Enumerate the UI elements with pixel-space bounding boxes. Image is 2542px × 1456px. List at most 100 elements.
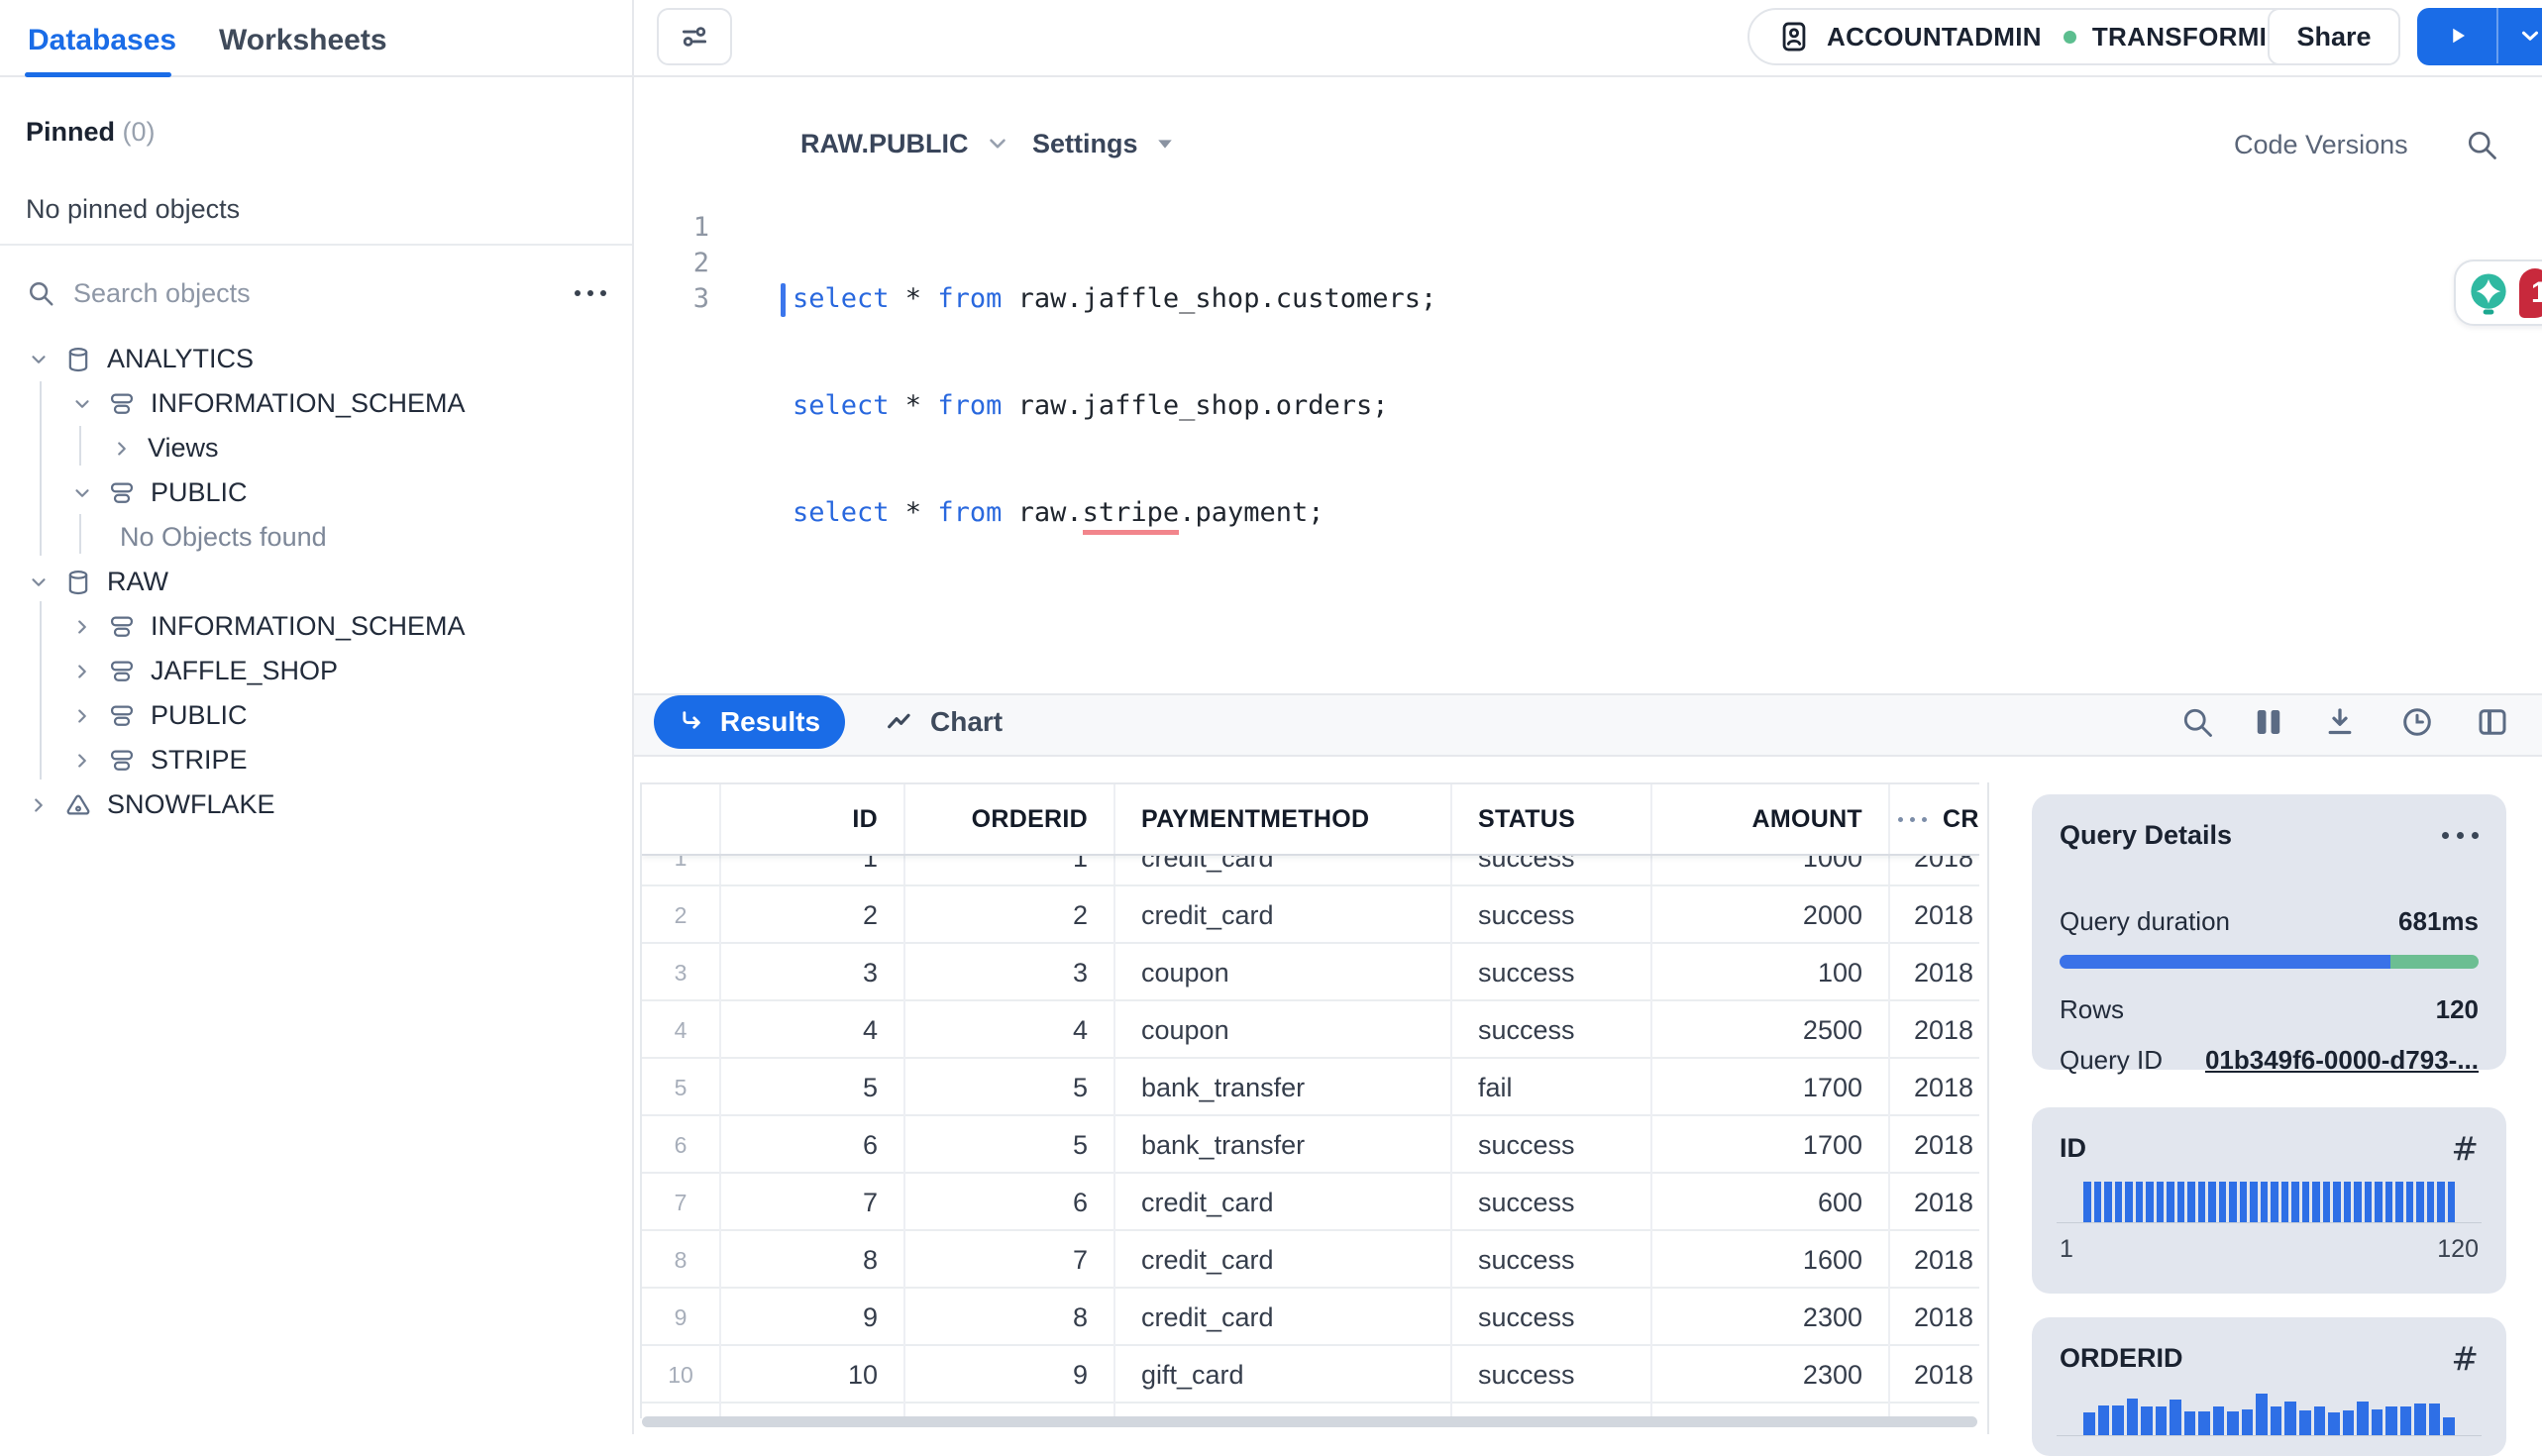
table-cell-orderid[interactable]: 4 xyxy=(905,1001,1115,1059)
tree-item-analytics[interactable]: ANALYTICS xyxy=(0,337,632,381)
table-cell-amount[interactable]: 1600 xyxy=(1652,1231,1890,1289)
chevron-down-icon[interactable] xyxy=(28,349,50,370)
table-cell-created[interactable]: 2018 xyxy=(1890,1116,1979,1174)
table-cell-status[interactable]: success xyxy=(1452,1174,1652,1231)
query-id-link[interactable]: 01b349f6-0000-d793-... xyxy=(2205,1045,2479,1076)
table-cell-status[interactable]: success xyxy=(1452,1231,1652,1289)
tree-item-raw[interactable]: RAW xyxy=(0,560,632,604)
row-number-header[interactable] xyxy=(642,784,721,854)
table-cell-orderid[interactable]: 5 xyxy=(905,1116,1115,1174)
table-cell-pm[interactable]: bank_transfer xyxy=(1115,1116,1452,1174)
table-cell-amount[interactable]: 100 xyxy=(1652,944,1890,1001)
tab-chart[interactable]: Chart xyxy=(885,706,1003,738)
table-cell-id[interactable]: 5 xyxy=(721,1059,905,1116)
table-cell-pm[interactable]: credit_card xyxy=(1115,886,1452,944)
table-cell-id[interactable]: 10 xyxy=(721,1346,905,1404)
column-header-amount[interactable]: AMOUNT xyxy=(1652,784,1890,854)
chevron-right-icon[interactable] xyxy=(71,616,93,638)
table-cell-pm[interactable]: bank_transfer xyxy=(1115,1059,1452,1116)
copilot-suggestion-pill[interactable]: 1 xyxy=(2454,260,2542,326)
tab-databases[interactable]: Databases xyxy=(28,24,176,57)
editor-config-button[interactable] xyxy=(657,8,732,65)
table-cell-id[interactable]: 6 xyxy=(721,1116,905,1174)
table-cell-status[interactable]: success xyxy=(1452,1346,1652,1404)
table-cell-id[interactable]: 4 xyxy=(721,1001,905,1059)
chevron-right-icon[interactable] xyxy=(71,661,93,682)
table-cell-orderid[interactable]: 7 xyxy=(905,1231,1115,1289)
row-number-cell[interactable]: 5 xyxy=(642,1059,721,1116)
search-results-button[interactable] xyxy=(2179,704,2215,740)
row-number-cell[interactable]: 3 xyxy=(642,944,721,1001)
table-cell-id[interactable]: 7 xyxy=(721,1174,905,1231)
table-cell-pm[interactable]: credit_card xyxy=(1115,1231,1452,1289)
table-cell-orderid[interactable]: 8 xyxy=(905,1289,1115,1346)
table-cell-amount[interactable]: 2300 xyxy=(1652,1289,1890,1346)
table-cell-created[interactable]: 2018 xyxy=(1890,1001,1979,1059)
table-cell-id[interactable]: 3 xyxy=(721,944,905,1001)
table-cell-pm[interactable]: gift_card xyxy=(1115,1346,1452,1404)
row-number-cell[interactable]: 9 xyxy=(642,1289,721,1346)
chevron-down-icon[interactable] xyxy=(28,572,50,593)
chevron-down-icon[interactable] xyxy=(71,482,93,504)
table-cell-orderid[interactable]: 2 xyxy=(905,886,1115,944)
columns-button[interactable] xyxy=(2251,704,2286,740)
table-cell-pm[interactable]: credit_card xyxy=(1115,1289,1452,1346)
row-number-cell[interactable]: 1 xyxy=(642,856,721,886)
tab-worksheets[interactable]: Worksheets xyxy=(219,24,387,57)
worksheet-context-dropdown[interactable]: RAW.PUBLIC xyxy=(800,119,1010,168)
table-cell-id[interactable]: 2 xyxy=(721,886,905,944)
tree-item-jaffle-shop[interactable]: JAFFLE_SHOP xyxy=(0,649,632,693)
query-details-menu[interactable] xyxy=(2442,832,2479,839)
table-cell-created[interactable]: 2018 xyxy=(1890,1346,1979,1404)
results-horizontal-scrollbar[interactable] xyxy=(642,1416,1977,1427)
row-number-cell[interactable]: 6 xyxy=(642,1116,721,1174)
column-header-created[interactable]: CREATED xyxy=(1890,784,1979,854)
table-cell-amount[interactable]: 1700 xyxy=(1652,1116,1890,1174)
chevron-right-icon[interactable] xyxy=(71,705,93,727)
code-line-3[interactable]: select * from raw.stripe.payment; xyxy=(793,495,1436,531)
table-cell-status[interactable]: success xyxy=(1452,856,1652,886)
row-number-cell[interactable]: 2 xyxy=(642,886,721,944)
table-cell-orderid[interactable]: 3 xyxy=(905,944,1115,1001)
row-number-cell[interactable]: 10 xyxy=(642,1346,721,1404)
table-cell-id[interactable]: 9 xyxy=(721,1289,905,1346)
table-cell-amount[interactable]: 2000 xyxy=(1652,886,1890,944)
table-cell-amount[interactable]: 1000 xyxy=(1652,856,1890,886)
row-number-cell[interactable]: 7 xyxy=(642,1174,721,1231)
split-panel-button[interactable] xyxy=(2475,704,2510,740)
grid-icon[interactable]: # xyxy=(2451,1129,2479,1168)
chevron-right-icon[interactable] xyxy=(71,750,93,772)
table-cell-status[interactable]: success xyxy=(1452,1289,1652,1346)
table-cell-orderid[interactable]: 1 xyxy=(905,856,1115,886)
table-cell-status[interactable]: fail xyxy=(1452,1059,1652,1116)
table-cell-amount[interactable]: 2500 xyxy=(1652,1001,1890,1059)
column-header-id[interactable]: ID xyxy=(721,784,905,854)
table-cell-created[interactable]: 2018 xyxy=(1890,1289,1979,1346)
table-cell-status[interactable]: success xyxy=(1452,944,1652,1001)
table-cell-created[interactable]: 2018 xyxy=(1890,886,1979,944)
tree-item-views[interactable]: Views xyxy=(0,426,632,470)
table-cell-pm[interactable]: coupon xyxy=(1115,944,1452,1001)
column-header-paymentmethod[interactable]: PAYMENTMETHOD xyxy=(1115,784,1452,854)
row-number-cell[interactable]: 8 xyxy=(642,1231,721,1289)
tree-item-information-schema-raw[interactable]: INFORMATION_SCHEMA xyxy=(0,604,632,649)
share-button[interactable]: Share xyxy=(2268,8,2400,65)
settings-dropdown[interactable]: Settings xyxy=(1032,119,1174,168)
history-clock-button[interactable] xyxy=(2399,704,2435,740)
table-cell-status[interactable]: success xyxy=(1452,886,1652,944)
search-objects-input[interactable]: Search objects xyxy=(26,267,606,319)
chevron-right-icon[interactable] xyxy=(28,794,50,816)
sidebar-more-menu[interactable] xyxy=(575,290,606,296)
table-cell-pm[interactable]: coupon xyxy=(1115,1001,1452,1059)
table-cell-orderid[interactable]: 9 xyxy=(905,1346,1115,1404)
table-cell-amount[interactable]: 600 xyxy=(1652,1174,1890,1231)
table-cell-created[interactable]: 2018 xyxy=(1890,1059,1979,1116)
chevron-down-icon[interactable] xyxy=(71,393,93,415)
sql-code-editor[interactable]: select * from raw.jaffle_shop.customers;… xyxy=(793,210,1436,567)
run-button[interactable] xyxy=(2417,8,2496,63)
table-cell-orderid[interactable]: 6 xyxy=(905,1174,1115,1231)
chevron-right-icon[interactable] xyxy=(111,438,133,460)
table-cell-created[interactable]: 2018 xyxy=(1890,1174,1979,1231)
tree-item-public-raw[interactable]: PUBLIC xyxy=(0,693,632,738)
table-cell-pm[interactable]: credit_card xyxy=(1115,1174,1452,1231)
